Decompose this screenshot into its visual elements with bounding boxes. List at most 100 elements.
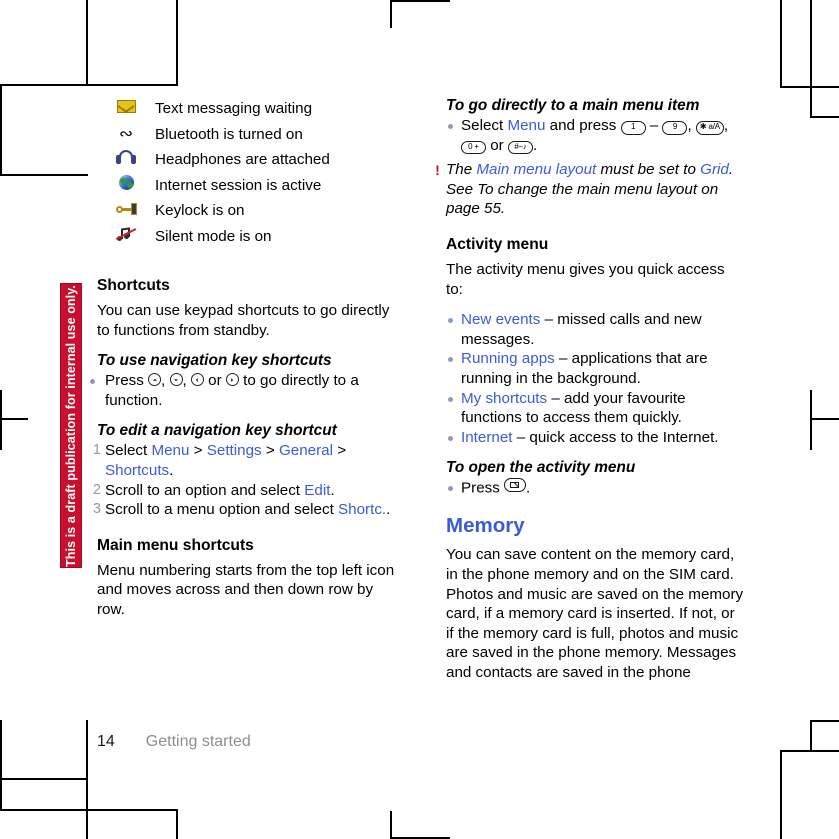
menu-path-link[interactable]: General [279, 442, 333, 459]
path-separator: > [261, 442, 279, 460]
step-number: 3 [92, 501, 101, 518]
draft-watermark: This is a draft publication for internal… [60, 283, 82, 568]
envelope-icon-cell [97, 96, 155, 122]
list-item: My shortcuts – add your favourite functi… [446, 389, 744, 428]
table-row: Keylock is on [97, 198, 402, 224]
key-1-icon: 1 [620, 121, 646, 135]
nav-key-left-icon [190, 373, 204, 387]
edit-nav-key-heading: To edit a navigation key shortcut [97, 422, 337, 440]
silent-mode-icon [115, 226, 137, 241]
table-row: Silent mode is on [97, 224, 402, 250]
go-directly-mid: and press [545, 117, 621, 134]
activity-menu-list: New events – missed calls and new messag… [446, 310, 744, 447]
nav-bullet-or: or [203, 372, 226, 390]
envelope-icon [116, 100, 136, 113]
page-footer: 14 Getting started [97, 732, 251, 752]
silent-mode-icon-cell [97, 224, 155, 250]
activity-key-icon [504, 478, 527, 492]
go-directly-list: Select Menu and press 1 – 9, ✱ a/A, 0 + … [446, 116, 744, 155]
path-separator: > [333, 442, 347, 460]
step-number: 1 [92, 442, 101, 459]
list-item: Select Menu and press 1 – 9, ✱ a/A, 0 + … [446, 116, 744, 155]
list-item: 3 Scroll to a menu option and select Shor… [88, 500, 402, 520]
list-item: Running apps – applications that are run… [446, 349, 744, 388]
menu-path-link[interactable]: Shortcuts [105, 462, 169, 479]
list-item: New events – missed calls and new messag… [446, 310, 744, 349]
step-text-end: . [330, 481, 335, 499]
activity-item-link[interactable]: My shortcuts [461, 390, 547, 407]
path-separator: > [189, 442, 207, 460]
activity-item-link[interactable]: Internet [461, 429, 513, 446]
nav-key-up-icon [148, 373, 162, 387]
status-icon-label: Bluetooth is turned on [155, 125, 303, 143]
open-activity-post: . [526, 479, 531, 497]
menu-path-link[interactable]: Shortc. [338, 501, 386, 518]
table-row: Internet session is active [97, 173, 402, 199]
status-icon-label: Keylock is on [155, 202, 245, 219]
list-item: Press , , or to go directly to a functio… [88, 371, 402, 410]
step-text-end: . [169, 461, 174, 479]
nav-key-right-icon [225, 373, 239, 387]
note-link-layout[interactable]: Main menu layout [476, 161, 596, 178]
manual-page: This is a draft publication for internal… [0, 0, 839, 839]
bluetooth-icon-cell: ∾ [97, 122, 155, 148]
menu-link[interactable]: Menu [507, 117, 545, 134]
open-activity-pre: Press [461, 479, 505, 497]
menu-path-link[interactable]: Menu [151, 442, 189, 459]
key-0-icon: 0 + [461, 140, 486, 155]
menu-path-link[interactable]: Settings [207, 442, 262, 459]
table-row: ∾ Bluetooth is turned on [97, 122, 402, 148]
page-number: 14 [97, 733, 115, 750]
key-period: . [532, 136, 538, 154]
key-comma-2: , [723, 117, 729, 134]
note-mid: must be set to [596, 161, 701, 179]
use-nav-key-list: Press , , or to go directly to a functio… [90, 371, 402, 410]
note-link-grid[interactable]: Grid [700, 161, 729, 178]
step-text-end: . [386, 501, 391, 519]
shortcuts-intro: You can use keypad shortcuts to go direc… [97, 302, 390, 339]
main-menu-layout-note: ! The Main menu layout must be set to Gr… [433, 160, 744, 219]
key-9-icon: 9 [662, 121, 688, 135]
draft-watermark-text: This is a draft publication for internal… [64, 284, 78, 567]
right-column: To go directly to a main menu item Selec… [435, 96, 744, 683]
key-star-icon: ✱ a/A [695, 121, 724, 135]
list-item: 2 Scroll to an option and select Edit. [88, 481, 402, 501]
footer-section-title: Getting started [145, 733, 251, 750]
note-text: The Main menu layout must be set to Grid… [446, 160, 744, 219]
nav-bullet-pre: Press [105, 372, 149, 390]
bluetooth-icon: ∾ [118, 123, 134, 144]
headphones-icon [116, 150, 136, 164]
menu-path-link[interactable]: Edit [304, 482, 330, 499]
memory-heading: Memory [446, 514, 525, 538]
memory-text: You can save content on the memory card,… [446, 546, 744, 681]
globe-icon-cell [97, 173, 155, 199]
step-number: 2 [92, 481, 101, 498]
use-nav-key-heading: To use navigation key shortcuts [97, 352, 332, 370]
step-text: Scroll to a menu option and select [105, 501, 339, 519]
activity-menu-heading: Activity menu [446, 235, 549, 253]
shortcuts-heading: Shortcuts [97, 277, 170, 294]
open-activity-menu-list: Press . [446, 478, 744, 498]
list-item: Internet – quick access to the Internet. [446, 428, 744, 448]
status-icon-table: Text messaging waiting ∾ Bluetooth is tu… [97, 96, 402, 249]
activity-menu-intro: The activity menu gives you quick access… [446, 260, 725, 298]
activity-item-text: – quick access to the Internet. [512, 428, 719, 446]
activity-item-link[interactable]: Running apps [461, 350, 555, 367]
activity-item-link[interactable]: New events [461, 311, 540, 328]
key-range-dash: – [645, 117, 663, 134]
warning-icon: ! [435, 162, 440, 179]
status-icon-label: Silent mode is on [155, 227, 272, 245]
list-item: 1 Select Menu > Settings > General > Shor… [88, 441, 402, 480]
edit-nav-key-steps: 1 Select Menu > Settings > General > Shor… [93, 441, 402, 519]
go-directly-pre: Select [461, 117, 508, 134]
status-icon-label: Internet session is active [155, 176, 322, 194]
table-row: Headphones are attached [97, 147, 402, 173]
table-row: Text messaging waiting [97, 96, 402, 122]
step-text: Select [105, 442, 152, 460]
globe-icon [118, 175, 134, 190]
key-hash-icon: #–♪ [507, 140, 533, 155]
key-or: or [486, 136, 508, 154]
open-activity-menu-heading: To open the activity menu [446, 459, 636, 477]
main-menu-shortcuts-heading: Main menu shortcuts [97, 536, 254, 554]
main-menu-shortcuts-text: Menu numbering starts from the top left … [97, 561, 395, 618]
